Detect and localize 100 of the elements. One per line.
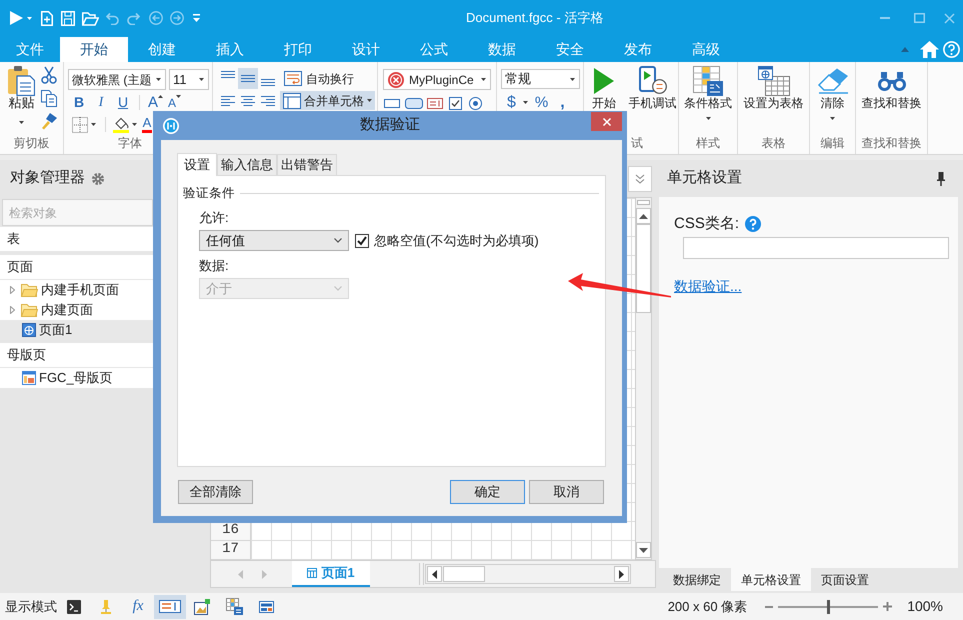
display-mode-button[interactable] (154, 594, 186, 618)
open-folder-icon[interactable] (82, 10, 99, 26)
scrollbar-thumb[interactable] (443, 566, 485, 582)
push-button-icon[interactable] (405, 98, 423, 108)
expander-icon[interactable] (10, 286, 15, 294)
checkbox-icon[interactable] (449, 96, 462, 110)
paste-button[interactable]: 粘贴 (4, 66, 39, 134)
size-label: 200 x 60 像素 (668, 598, 748, 616)
section-header[interactable]: 页面 (0, 255, 153, 279)
split-handle[interactable] (637, 200, 650, 205)
dialog-button[interactable]: 全部清除 (178, 480, 253, 504)
scissors-icon[interactable] (41, 66, 57, 84)
customize-icon[interactable] (193, 14, 200, 22)
tree-item[interactable]: FGC_母版页 (0, 368, 153, 388)
percent-button[interactable]: % (534, 94, 548, 111)
page-icon (22, 323, 36, 337)
fill-color-icon[interactable] (113, 116, 129, 133)
dialog-tab[interactable]: 输入信息 (217, 154, 277, 175)
caret-icon (199, 78, 204, 81)
folder-icon (21, 283, 38, 297)
chevron-icon (334, 238, 342, 243)
dialog-button[interactable]: 确定 (450, 480, 525, 504)
search-field[interactable]: 检索对象 (2, 199, 153, 226)
help-icon[interactable] (943, 40, 960, 58)
panel-tab[interactable]: 数据绑定 (663, 568, 731, 591)
expand-button[interactable] (628, 166, 652, 192)
caret-icon[interactable] (132, 123, 137, 126)
grow-font-button[interactable]: A (148, 94, 164, 111)
number-format-dropdown[interactable]: 常规 (501, 69, 580, 89)
wrap-text-button[interactable]: 自动换行 (282, 68, 356, 89)
gear-icon[interactable] (92, 172, 104, 184)
collapse-icon[interactable] (901, 46, 909, 52)
data-validation-link[interactable]: 数据验证... (674, 278, 742, 294)
scroll-right-button[interactable] (614, 566, 629, 582)
set-as-table-button[interactable]: 设置为表格 (744, 66, 804, 134)
home-icon[interactable] (920, 40, 939, 58)
phone-icon (638, 66, 666, 94)
panel-tab[interactable]: 页面设置 (811, 568, 879, 591)
shrink-font-button[interactable]: A (168, 94, 182, 112)
borders-icon[interactable] (72, 116, 88, 132)
caret-up-icon (158, 95, 164, 98)
css-class-label: CSS类名: (674, 215, 740, 232)
zoom-in-icon[interactable] (883, 602, 892, 611)
scroll-up-button[interactable] (636, 208, 651, 224)
radio-button-icon[interactable] (469, 96, 482, 110)
panel-tab[interactable]: 单元格设置 (731, 568, 811, 591)
caret-icon[interactable] (522, 101, 528, 104)
zoom-slider[interactable] (778, 600, 878, 614)
sheet-tab[interactable]: 页面1 (292, 561, 370, 587)
help-icon[interactable] (745, 216, 762, 232)
caret-icon (19, 121, 24, 124)
save-icon[interactable] (61, 10, 75, 26)
pin-icon[interactable] (937, 172, 945, 186)
font-size-dropdown[interactable]: 11 (169, 69, 209, 90)
currency-button[interactable]: $ (507, 94, 516, 111)
right-arrow-icon (619, 570, 624, 578)
section-header[interactable]: 表 (0, 227, 153, 251)
run-icon[interactable] (10, 11, 23, 25)
scrollbar-thumb[interactable] (636, 224, 651, 313)
tree-item[interactable]: 内建手机页面 (0, 280, 153, 300)
tree-item[interactable]: 内建页面 (0, 300, 153, 320)
allow-dropdown[interactable]: 任何值 (199, 230, 349, 251)
underline-button[interactable]: U (117, 94, 129, 111)
font-name-dropdown[interactable]: 微软雅黑 (主题 (68, 69, 166, 90)
dialog-button[interactable]: 取消 (529, 480, 604, 504)
plugin-dropdown[interactable]: MyPluginCe (383, 69, 491, 90)
start-button[interactable]: 开始 (588, 66, 620, 134)
text-field-icon[interactable] (427, 98, 443, 108)
close-button[interactable] (591, 112, 622, 131)
form-icon (258, 600, 274, 612)
lines-icon (261, 96, 275, 106)
expander-icon[interactable] (10, 306, 15, 314)
textbox-icon[interactable] (384, 98, 400, 108)
checkbox[interactable] (355, 234, 369, 248)
scroll-left-button[interactable] (427, 566, 442, 582)
slider-thumb[interactable] (826, 600, 830, 614)
comma-button[interactable]: , (560, 94, 565, 111)
new-file-icon[interactable] (41, 10, 53, 26)
align-middle-button[interactable] (238, 68, 258, 89)
section-header[interactable]: 母版页 (0, 343, 153, 367)
tree-item[interactable]: 页面1 (0, 320, 153, 340)
mobile-debug-button[interactable]: 手机调试 (628, 66, 677, 134)
italic-button[interactable]: I (95, 94, 107, 111)
menu-tab[interactable]: 开始 (60, 37, 128, 62)
master-page-icon (22, 371, 36, 385)
table-icon (758, 66, 790, 96)
merge-cells-button[interactable]: 合并单元格 (280, 91, 375, 110)
scroll-down-button[interactable] (636, 542, 651, 558)
brush-icon[interactable] (40, 112, 58, 130)
dialog-tab[interactable]: 出错警告 (277, 154, 337, 175)
css-class-field[interactable] (683, 237, 949, 259)
pin-icon (101, 600, 111, 614)
bold-button[interactable]: B (73, 94, 85, 111)
clear-button[interactable]: 清除 (816, 66, 848, 134)
conditional-format-button[interactable]: 条件格式 (684, 66, 732, 134)
copy-icon[interactable] (41, 90, 57, 107)
dialog-tab[interactable]: 设置 (177, 153, 217, 176)
find-replace-button[interactable]: 查找和替换 (862, 66, 922, 134)
caret-icon[interactable] (91, 123, 96, 126)
display-mode-button[interactable]: fx (122, 594, 154, 618)
